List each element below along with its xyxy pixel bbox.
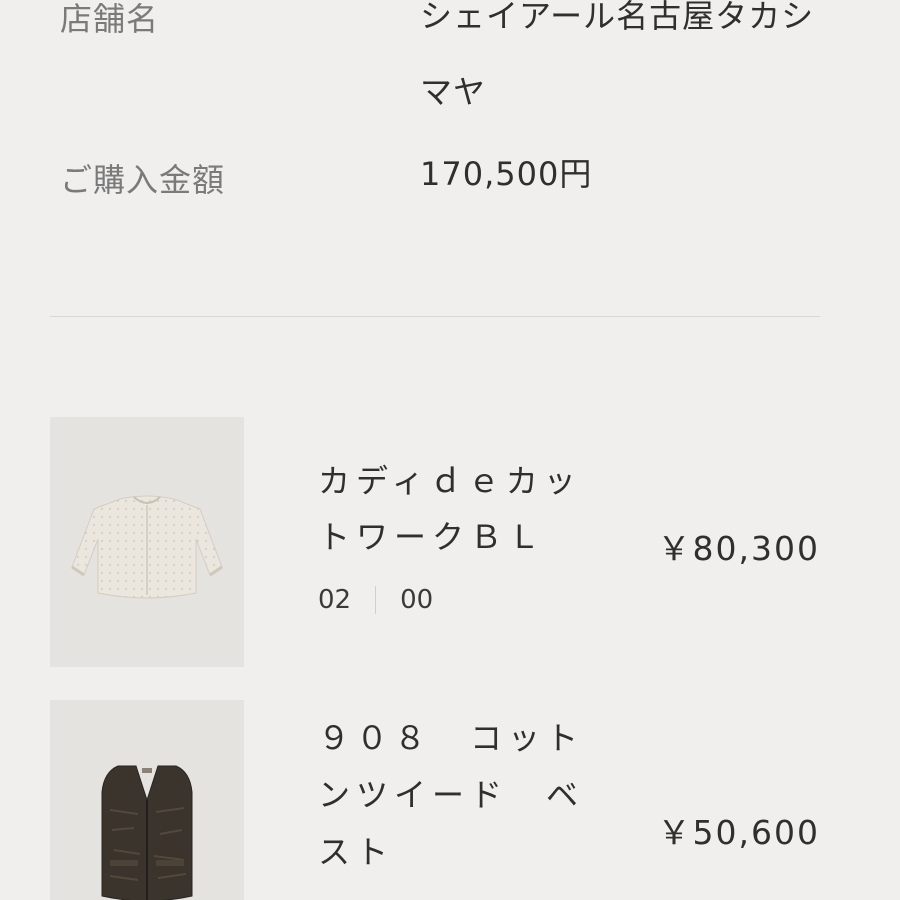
option-separator (375, 586, 377, 614)
item-name[interactable]: カディｄｅカットワークＢＬ (318, 453, 588, 565)
amount-label: ご購入金額 (60, 161, 226, 199)
purchase-detail-screen: 店舗名 シェイアール名古屋タカシマヤ ご購入金額 170,500円 カディｄｅカ… (0, 0, 900, 900)
item-price: ￥80,300 (657, 529, 820, 568)
item-options: 02 00 (318, 585, 433, 615)
blouse-image (71, 495, 223, 599)
store-label: 店舗名 (60, 0, 160, 38)
vest-image (101, 765, 193, 900)
item-thumbnail-vest[interactable] (50, 700, 244, 900)
store-value: シェイアール名古屋タカシマヤ (420, 0, 815, 111)
item-thumbnail-blouse[interactable] (50, 417, 244, 667)
amount-value: 170,500円 (420, 155, 593, 193)
item-price: ￥50,600 (657, 813, 820, 852)
section-divider (50, 316, 820, 317)
item-name[interactable]: ９０８ コットンツイード ベスト (318, 710, 588, 881)
item-option-color: 02 (318, 585, 352, 615)
item-option-size: 00 (400, 585, 434, 615)
